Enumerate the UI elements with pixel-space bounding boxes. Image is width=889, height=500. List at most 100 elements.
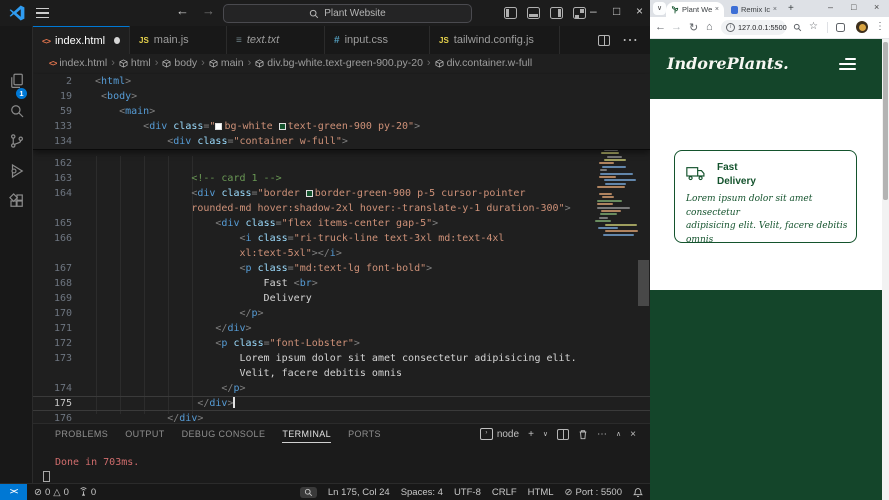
terminal-dropdown-icon[interactable]: ∨ [543,430,548,438]
code-line[interactable]: 170 </p> [33,306,650,321]
browser-menu-icon[interactable]: ⋮ [875,21,885,32]
fast-delivery-card[interactable]: Fast Delivery Lorem ipsum dolor sit amet… [674,150,857,245]
notifications-bell-icon[interactable] [633,487,643,498]
breadcrumb-item[interactable]: div.bg-white.text-green-900.py-20 [255,57,423,69]
browser-forward-icon[interactable]: → [671,21,682,33]
tab-main-js[interactable]: JS main.js [130,26,227,54]
code-line-current[interactable]: 175 </div> [33,396,650,411]
screencast-zoom-indicator[interactable] [299,486,317,498]
code-line[interactable]: 169 Delivery [33,291,650,306]
code-line[interactable]: 174 </p> [33,381,650,396]
tab-index-html[interactable]: <> index.html [33,26,130,54]
breadcrumb-item[interactable]: html [119,57,151,69]
panel-more-actions-icon[interactable]: ⋯ [597,429,607,440]
command-center-search[interactable]: Plant Website [223,4,472,23]
encoding-indicator[interactable]: UTF-8 [454,487,481,498]
code-editor[interactable]: 162 163 <!-- card 1 --> 164 <div class="bord… [33,72,650,423]
browser-back-icon[interactable]: ← [655,21,666,33]
menu-icon[interactable] [36,8,49,18]
tab-input-css[interactable]: # input.css [325,26,430,54]
code-line[interactable]: 167 <p class="md:text-lg font-bold"> [33,261,650,276]
search-sidebar-icon[interactable] [8,102,26,120]
breadcrumb-item[interactable]: body [162,57,197,69]
toggle-secondary-sidebar-icon[interactable] [550,7,563,19]
site-info-icon[interactable]: i [726,23,735,32]
code-line[interactable]: xl:text-5xl"></i> [33,246,650,261]
window-maximize-button[interactable]: □ [613,4,620,18]
code-line[interactable]: rounded-md hover:shadow-2xl hover:-trans… [33,201,650,216]
code-line[interactable]: 19 <body> [33,89,650,104]
toggle-panel-icon[interactable] [527,7,540,19]
toggle-sidebar-icon[interactable] [504,7,517,19]
run-debug-icon[interactable] [8,162,26,180]
panel-tab-debug-console[interactable]: DEBUG CONSOLE [182,429,266,443]
site-brand[interactable]: IndorePlants. [667,54,789,73]
browser-home-icon[interactable]: ⌂ [706,21,713,33]
split-terminal-icon[interactable] [557,428,570,440]
code-line[interactable]: 2 <html> [33,74,650,89]
tab-tailwind-config[interactable]: JS tailwind.config.js [430,26,560,54]
code-line[interactable]: 134 <div class="container w-full"> [33,134,650,149]
terminal-shell-item[interactable]: › node [479,428,519,440]
code-line[interactable]: 165 <div class="flex items-center gap-5"> [33,216,650,231]
nav-forward-icon[interactable]: → [202,3,215,18]
code-line[interactable]: 173 Lorem ipsum dolor sit amet consectetu… [33,351,650,366]
live-server-port[interactable]: ⊘ Port : 5500 [565,487,622,498]
new-terminal-icon[interactable]: + [528,429,534,440]
tab-search-chevron-icon[interactable]: ∨ [653,2,666,15]
address-bar[interactable]: i 127.0.0.1:5500 [721,20,787,35]
window-close-button[interactable]: × [636,4,643,18]
indentation-indicator[interactable]: Spaces: 4 [401,487,443,498]
modified-dot-icon[interactable] [114,37,120,44]
problems-indicator[interactable]: ⊘ 0 △ 0 [34,487,69,498]
code-line[interactable]: 168 Fast <br> [33,276,650,291]
customize-layout-icon[interactable] [573,7,586,19]
bookmark-star-icon[interactable]: ☆ [809,21,818,32]
code-line[interactable]: 176 </div> [33,411,650,423]
breadcrumb-item[interactable]: <> index.html [49,57,107,69]
code-line[interactable]: 162 [33,156,650,171]
code-line[interactable]: 133 <div class=" bg-white text-green-900 p… [33,119,650,134]
extensions-browser-icon[interactable] [836,23,845,32]
window-minimize-button[interactable]: – [590,4,597,18]
panel-tab-terminal[interactable]: TERMINAL [282,429,332,443]
zoom-icon[interactable] [793,23,802,32]
profile-avatar[interactable] [856,21,868,33]
page-scrollbar-thumb[interactable] [883,42,888,200]
ports-indicator[interactable]: 0 [79,487,96,498]
breadcrumb-item[interactable]: main [209,57,244,69]
code-line[interactable]: Velit, facere debitis omnis [33,366,650,381]
source-control-icon[interactable] [8,132,26,150]
browser-minimize-button[interactable]: – [828,2,833,12]
code-line[interactable]: 171 </div> [33,321,650,336]
extensions-icon[interactable] [8,192,26,210]
page-scrollbar[interactable] [882,39,889,500]
new-tab-button[interactable]: + [788,3,794,14]
cursor-position[interactable]: Ln 175, Col 24 [328,487,390,498]
maximize-panel-icon[interactable]: ∧ [616,430,621,438]
code-line[interactable]: 166 <i class="ri-truck-line text-3xl md:t… [33,231,650,246]
panel-tab-problems[interactable]: PROBLEMS [55,429,108,443]
panel-tab-ports[interactable]: PORTS [348,429,381,443]
browser-tab-plant[interactable]: Plant Web × [666,2,724,17]
code-line[interactable]: 59 <main> [33,104,650,119]
eol-indicator[interactable]: CRLF [492,487,517,498]
tab-text-txt[interactable]: ≡ text.txt [227,26,325,54]
browser-maximize-button[interactable]: □ [851,2,856,12]
tab-close-icon[interactable]: × [773,6,777,13]
remote-indicator[interactable]: >< [0,484,27,500]
breadcrumb-item[interactable]: div.container.w-full [435,57,532,69]
browser-reload-icon[interactable]: ↻ [689,21,698,34]
editor-more-actions-icon[interactable]: ⋯ [622,30,638,50]
code-line[interactable]: 164 <div class="border border-green-900 p… [33,186,650,201]
browser-close-button[interactable]: × [874,2,879,12]
tab-close-icon[interactable]: × [715,6,719,13]
site-menu-icon[interactable] [838,58,856,70]
kill-terminal-icon[interactable] [578,429,588,440]
nav-back-icon[interactable]: ← [176,3,189,18]
explorer-icon[interactable] [8,72,26,90]
browser-tab-remix[interactable]: Remix Ico × [726,2,782,17]
split-editor-icon[interactable] [598,34,610,46]
close-panel-icon[interactable]: × [630,429,636,440]
language-indicator[interactable]: HTML [528,487,554,498]
